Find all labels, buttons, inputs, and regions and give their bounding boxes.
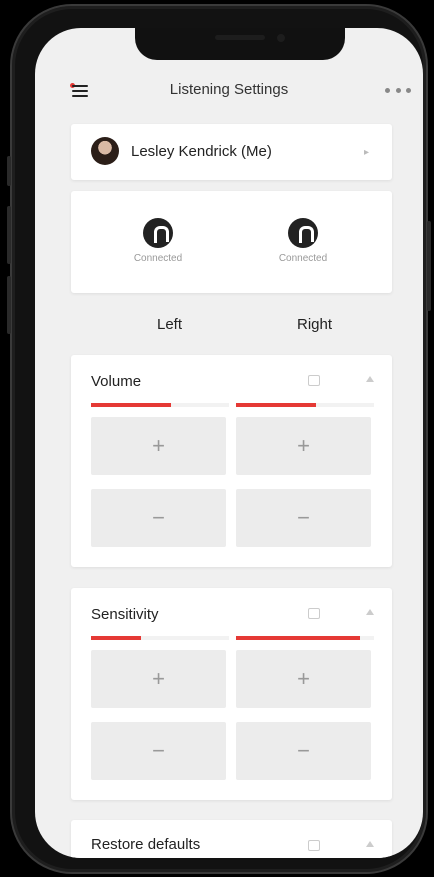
collapse-arrow-icon[interactable] xyxy=(366,609,374,615)
device-status-card: Connected Connected xyxy=(71,191,392,293)
sensitivity-right-increase-button[interactable]: + xyxy=(236,650,371,708)
sensitivity-left-fill xyxy=(91,636,141,640)
sensitivity-card: Sensitivity + + − − xyxy=(71,588,392,800)
volume-left-increase-button[interactable]: + xyxy=(91,417,226,475)
left-label: Left xyxy=(157,316,183,333)
sensitivity-title: Sensitivity xyxy=(91,606,159,623)
right-label: Right xyxy=(297,316,333,333)
notch xyxy=(135,28,345,60)
volume-left-level xyxy=(91,403,229,407)
phone-frame: Listening Settings Lesley Kendrick (Me) … xyxy=(7,4,431,874)
volume-right-level xyxy=(236,403,374,407)
left-hearing-aid[interactable]: Connected xyxy=(103,218,213,264)
user-selector[interactable]: Lesley Kendrick (Me) ▸ xyxy=(71,124,392,180)
volume-up-button xyxy=(7,206,11,264)
sensitivity-left-level xyxy=(91,636,229,640)
volume-down-button xyxy=(7,276,11,334)
chevron-right-icon: ▸ xyxy=(364,147,370,158)
volume-right-increase-button[interactable]: + xyxy=(236,417,371,475)
link-sides-icon[interactable] xyxy=(308,375,320,386)
volume-right-fill xyxy=(236,403,317,407)
left-device-status: Connected xyxy=(133,253,183,264)
link-sides-icon[interactable] xyxy=(308,840,320,851)
mute-switch xyxy=(7,156,11,186)
more-dots-icon[interactable] xyxy=(385,88,411,94)
restore-defaults-title: Restore defaults xyxy=(91,836,201,853)
app-header: Listening Settings xyxy=(35,70,423,110)
user-name: Lesley Kendrick (Me) xyxy=(131,143,272,160)
sensitivity-left-increase-button[interactable]: + xyxy=(91,650,226,708)
collapse-arrow-icon[interactable] xyxy=(366,841,374,847)
speaker-grille xyxy=(215,35,265,40)
hearing-aid-icon xyxy=(143,218,173,248)
avatar xyxy=(91,137,119,165)
right-hearing-aid[interactable]: Connected xyxy=(248,218,358,264)
hearing-aid-icon xyxy=(288,218,318,248)
sensitivity-left-decrease-button[interactable]: − xyxy=(91,722,226,780)
sensitivity-right-level xyxy=(236,636,374,640)
link-sides-icon[interactable] xyxy=(308,608,320,619)
volume-left-fill xyxy=(91,403,172,407)
volume-left-decrease-button[interactable]: − xyxy=(91,489,226,547)
screen: Listening Settings Lesley Kendrick (Me) … xyxy=(35,28,423,858)
sensitivity-right-decrease-button[interactable]: − xyxy=(236,722,371,780)
collapse-arrow-icon[interactable] xyxy=(366,376,374,382)
right-device-status: Connected xyxy=(278,253,328,264)
volume-title: Volume xyxy=(91,373,142,390)
power-button xyxy=(427,221,431,311)
volume-card: Volume + + − − xyxy=(71,355,392,567)
restore-defaults-card[interactable]: Restore defaults xyxy=(71,820,392,858)
page-title: Listening Settings xyxy=(169,81,289,98)
front-camera xyxy=(277,34,285,42)
volume-right-decrease-button[interactable]: − xyxy=(236,489,371,547)
sensitivity-right-fill xyxy=(236,636,361,640)
